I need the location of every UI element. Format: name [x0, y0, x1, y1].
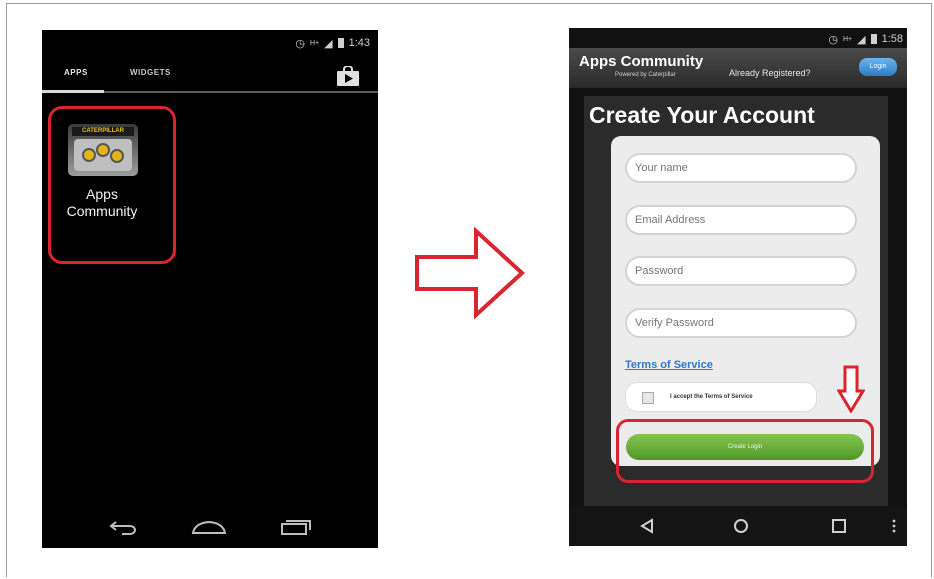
app-label-line2[interactable]: Community	[52, 203, 152, 219]
already-registered-text: Already Registered?	[729, 68, 811, 78]
battery-icon	[870, 34, 877, 44]
create-login-button[interactable]: Create Login	[626, 434, 864, 460]
right-phone-screen: ◷ H+ ◢ 1:58 Apps Community Powered by Ca…	[569, 28, 907, 546]
status-time: 1:58	[881, 33, 903, 45]
status-time: 1:43	[348, 37, 370, 49]
transition-arrow-icon	[415, 227, 525, 319]
app-drawer-tabs: APPS WIDGETS	[42, 60, 378, 94]
app-label-line1[interactable]: Apps	[52, 186, 152, 202]
password-field[interactable]	[625, 256, 857, 286]
your-name-field[interactable]	[625, 153, 857, 183]
home-icon[interactable]	[191, 519, 227, 535]
signup-card	[611, 136, 880, 466]
left-status-bar: ◷ H+ ◢ 1:43	[295, 36, 370, 50]
accept-terms-label: I accept the Terms of Service	[670, 394, 753, 400]
email-field[interactable]	[625, 205, 857, 235]
back-icon[interactable]	[108, 519, 138, 535]
terms-of-service-link[interactable]: Terms of Service	[625, 359, 713, 371]
apps-community-icon[interactable]: CATERPILLAR	[68, 124, 138, 176]
recent-square-icon[interactable]	[831, 518, 847, 534]
menu-dots-icon[interactable]	[891, 518, 897, 534]
app-header: Apps Community Powered by Caterpillar Al…	[569, 48, 907, 88]
login-button[interactable]: Login	[859, 58, 897, 76]
battery-icon	[337, 38, 344, 48]
alarm-icon: ◷	[828, 33, 838, 46]
page-title: Create Your Account	[589, 102, 815, 128]
verify-password-field[interactable]	[625, 308, 857, 338]
signal-icon: ◢	[324, 37, 333, 50]
app-subtitle: Powered by Caterpillar	[615, 72, 676, 78]
tab-widgets[interactable]: WIDGETS	[130, 68, 171, 77]
caterpillar-logo: CATERPILLAR	[72, 127, 134, 136]
app-title: Apps Community	[579, 53, 704, 70]
accept-terms-row[interactable]: I accept the Terms of Service	[625, 382, 817, 412]
tab-apps[interactable]: APPS	[64, 68, 88, 77]
home-circle-icon[interactable]	[732, 517, 750, 535]
alarm-icon: ◷	[295, 37, 305, 50]
signal-icon: ◢	[857, 33, 866, 46]
back-triangle-icon[interactable]	[639, 518, 655, 534]
down-arrow-icon	[837, 365, 865, 413]
right-nav-bar	[569, 506, 907, 546]
right-status-bar: ◷ H+ ◢ 1:58	[828, 32, 903, 46]
network-type: H+	[309, 39, 320, 47]
network-type: H+	[842, 35, 853, 43]
left-phone-screen: ◷ H+ ◢ 1:43 APPS WIDGETS CATERPILLAR App…	[42, 30, 378, 548]
active-tab-indicator	[42, 90, 104, 93]
accept-terms-checkbox[interactable]	[642, 392, 654, 404]
left-nav-bar	[42, 506, 378, 548]
play-store-bag-icon[interactable]	[336, 66, 360, 86]
recent-apps-icon[interactable]	[280, 519, 312, 535]
gears-graphic	[74, 139, 132, 171]
